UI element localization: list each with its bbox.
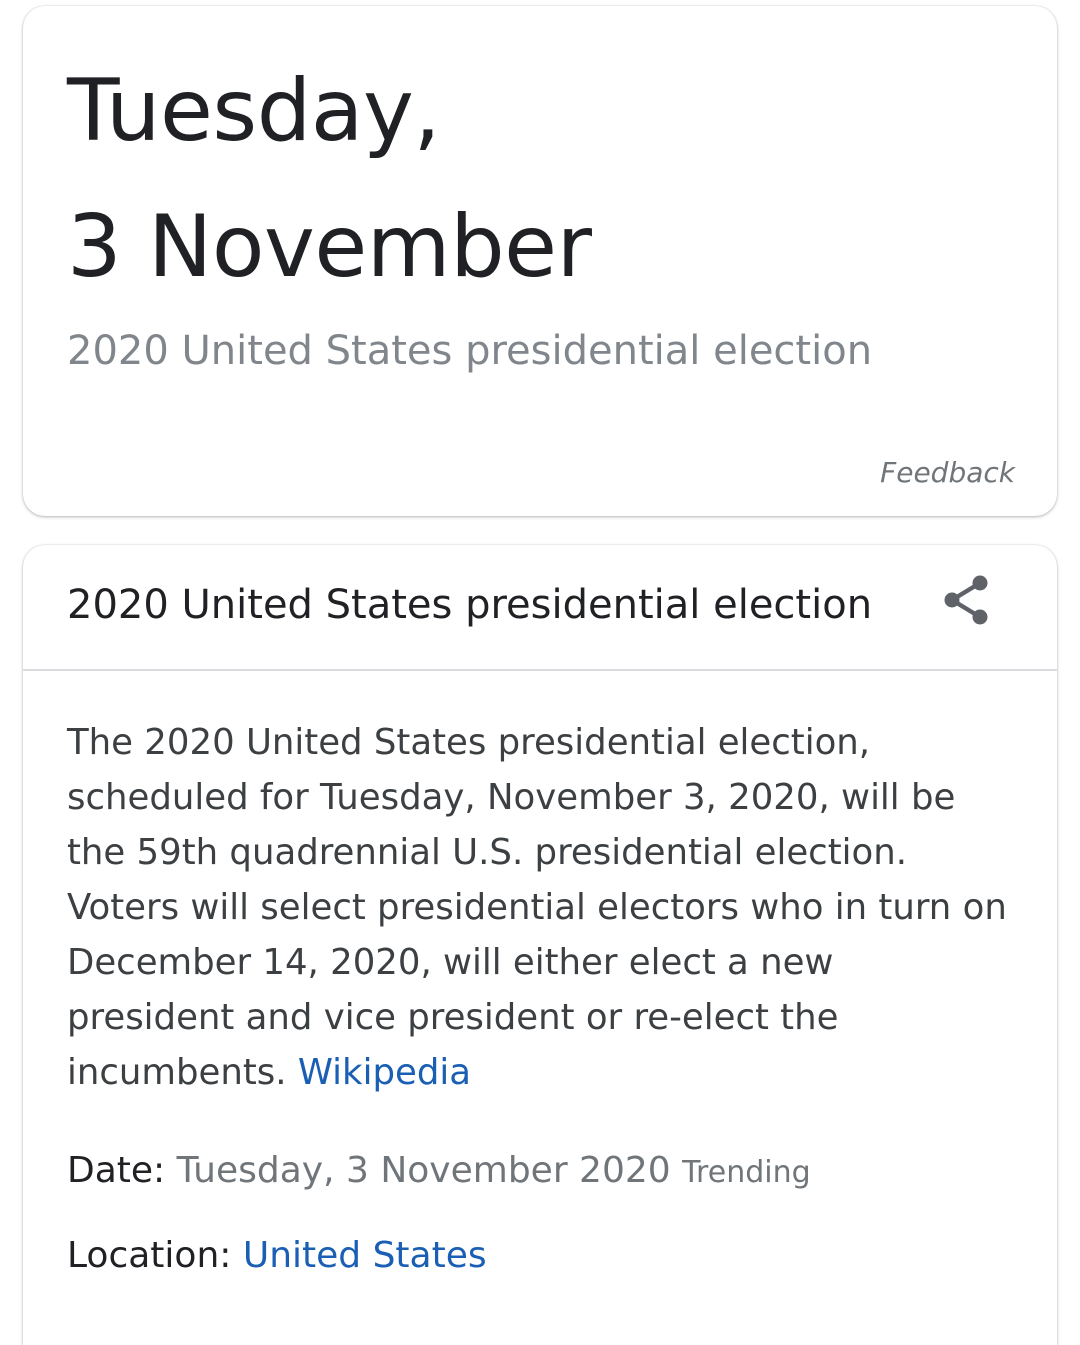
trending-tag: Trending xyxy=(682,1155,811,1190)
fact-location-link[interactable]: United States xyxy=(243,1235,487,1276)
date-day-month: 3 November xyxy=(67,197,592,297)
fact-location-label: Location: xyxy=(67,1235,232,1276)
share-icon xyxy=(944,575,988,625)
knowledge-panel-title[interactable]: 2020 United States presidential election xyxy=(67,583,872,627)
fact-date-value: Tuesday, 3 November 2020 xyxy=(176,1150,671,1191)
description-text: The 2020 United States presidential elec… xyxy=(67,722,1007,1093)
fact-row-date: Date: Tuesday, 3 November 2020 Trending xyxy=(67,1149,811,1192)
fact-row-location: Location: United States xyxy=(67,1234,487,1277)
share-button[interactable] xyxy=(941,573,991,627)
date-event-subtitle: 2020 United States presidential election xyxy=(67,328,873,374)
knowledge-panel-header: 2020 United States presidential election xyxy=(23,545,1057,671)
feedback-link[interactable]: Feedback xyxy=(880,456,1015,489)
knowledge-panel-card: 2020 United States presidential election… xyxy=(23,545,1057,1345)
date-weekday: Tuesday, xyxy=(67,61,441,161)
fact-date-label: Date: xyxy=(67,1150,166,1191)
wikipedia-source-link[interactable]: Wikipedia xyxy=(298,1052,471,1093)
knowledge-panel-description: The 2020 United States presidential elec… xyxy=(67,715,1007,1100)
date-answer-card: Tuesday, 3 November 2020 United States p… xyxy=(23,6,1057,516)
